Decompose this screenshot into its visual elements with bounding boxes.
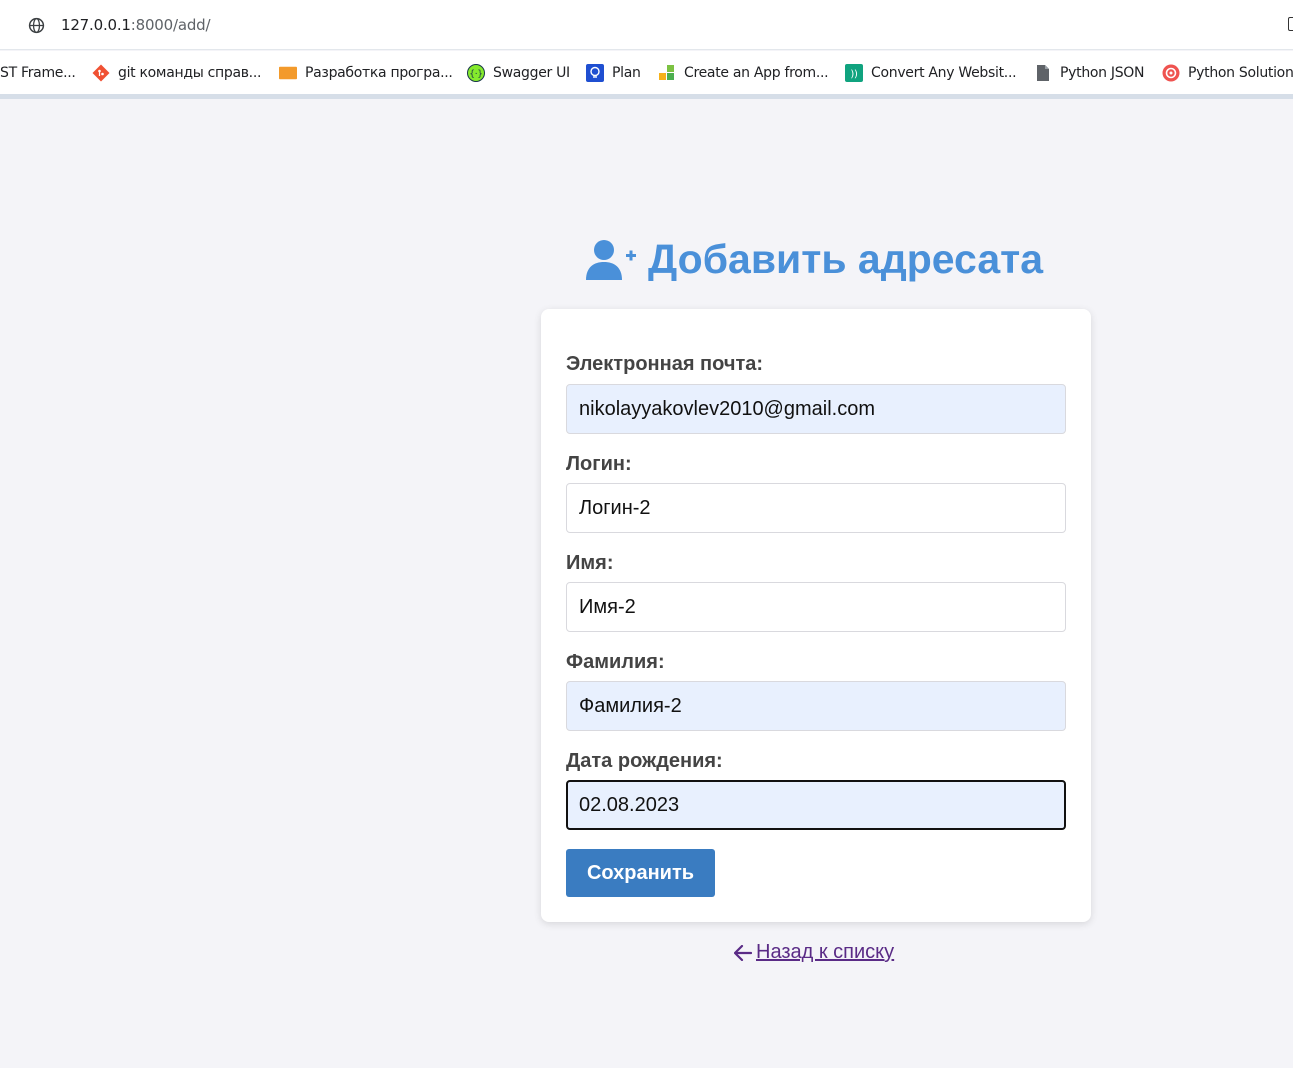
email-field[interactable]: nikolayyakovlev2010@gmail.com	[566, 384, 1066, 434]
first-name-field[interactable]: Имя-2	[566, 582, 1066, 632]
url-path: :8000/add/	[130, 16, 211, 34]
svg-text:)): ))	[850, 69, 858, 80]
page-header: Добавить адресата	[0, 236, 1293, 286]
login-field[interactable]: Логин-2	[566, 483, 1066, 533]
last-name-field[interactable]: Фамилия-2	[566, 681, 1066, 731]
birth-date-label: Дата рождения:	[566, 750, 723, 772]
bookmark-label: ST Frame...	[0, 65, 76, 81]
bookmark-label: Python JSON	[1060, 65, 1145, 81]
bulb-icon	[586, 64, 604, 82]
page-title: Добавить адресата	[647, 236, 1044, 282]
document-icon	[1034, 64, 1052, 82]
user-plus-icon	[585, 239, 636, 280]
git-icon	[92, 64, 110, 82]
sidebar-toggle-icon[interactable]	[1288, 17, 1293, 31]
toolbar-divider	[0, 94, 1293, 99]
url-text[interactable]: 127.0.0.1:8000/add/	[61, 16, 211, 34]
save-button[interactable]: Сохранить	[566, 849, 715, 897]
bookmark-item[interactable]: Plan	[586, 63, 641, 83]
bookmark-label: git команды справ...	[118, 65, 262, 81]
bookmark-item[interactable]: Python Solution	[1162, 63, 1293, 83]
bookmark-label: Plan	[612, 65, 641, 81]
add-recipient-form: Электронная почта: nikolayyakovlev2010@g…	[541, 309, 1091, 922]
orange-tile-icon	[279, 64, 297, 82]
colored-squares-icon	[658, 64, 676, 82]
address-bar[interactable]: 127.0.0.1:8000/add/	[0, 0, 1293, 50]
back-link-label: Назад к списку	[756, 941, 895, 963]
last-name-label: Фамилия:	[566, 651, 665, 673]
bookmark-label: Python Solution	[1188, 65, 1293, 81]
green-app-icon: ))	[845, 64, 863, 82]
url-host: 127.0.0.1	[61, 16, 131, 34]
bookmarks-bar: ST Frame... git команды справ... Разрабо…	[0, 51, 1293, 94]
birth-date-field[interactable]: 02.08.2023	[566, 780, 1066, 830]
bookmark-item[interactable]: Python JSON	[1034, 63, 1144, 83]
back-to-list-link[interactable]: Назад к списку	[734, 941, 894, 964]
login-label: Логин:	[566, 453, 632, 475]
globe-icon	[28, 17, 45, 34]
bookmark-item[interactable]: Create an App from...	[658, 63, 829, 83]
svg-text:{·}: {·}	[469, 70, 482, 80]
openai-icon	[1162, 64, 1180, 82]
bookmark-item[interactable]: git команды справ...	[92, 63, 261, 83]
bookmark-label: Create an App from...	[684, 65, 829, 81]
email-label: Электронная почта:	[566, 353, 764, 375]
bookmark-item[interactable]: ST Frame...	[0, 63, 76, 83]
bookmark-label: Swagger UI	[493, 65, 570, 81]
first-name-label: Имя:	[566, 552, 614, 574]
bookmark-item[interactable]: {·} Swagger UI	[467, 63, 570, 83]
bookmark-label: Convert Any Websit...	[871, 65, 1017, 81]
arrow-left-icon	[734, 944, 752, 961]
swagger-icon: {·}	[467, 64, 485, 82]
bookmark-item[interactable]: Разработка програ...	[279, 63, 453, 83]
bookmark-label: Разработка програ...	[305, 65, 453, 81]
bookmark-item[interactable]: )) Convert Any Websit...	[845, 63, 1017, 83]
